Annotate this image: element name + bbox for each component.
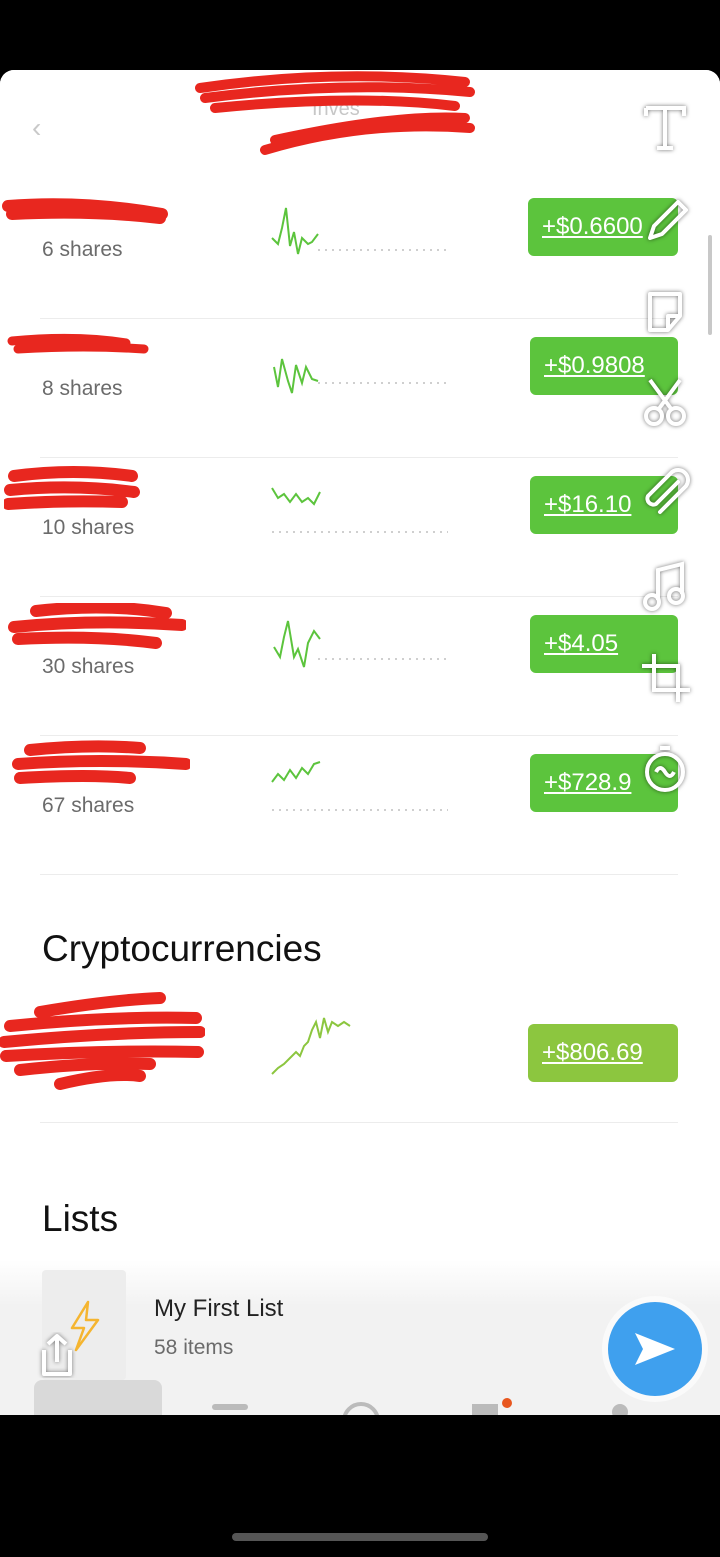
sparkline [273, 620, 448, 668]
crypto-row[interactable]: +$806.69 [0, 984, 720, 1123]
redaction-scribble [0, 992, 205, 1090]
app-screen: ‹ Inves 6 shares +$0.6600 8 shares +$0.9… [0, 70, 720, 1415]
home-indicator[interactable] [232, 1533, 488, 1541]
divider [40, 1122, 678, 1123]
sparkline [271, 207, 448, 255]
sparkline [271, 1017, 351, 1075]
paperclip-icon[interactable] [630, 468, 700, 527]
sparkline [271, 761, 448, 811]
crypto-gain-button[interactable]: +$806.69 [528, 1024, 678, 1082]
share-count: 67 shares [42, 794, 135, 817]
stock-row[interactable]: 6 shares +$0.6600 [0, 180, 720, 319]
crypto-section-title: Cryptocurrencies [42, 928, 322, 969]
timer-icon[interactable] [630, 742, 700, 801]
share-count: 10 shares [42, 516, 135, 539]
sticker-icon[interactable] [630, 286, 700, 345]
share-count: 6 shares [42, 238, 123, 261]
sparkline [271, 487, 448, 533]
chevron-left-icon[interactable]: ‹ [32, 112, 41, 144]
tab-search[interactable] [342, 1402, 380, 1415]
share-count: 30 shares [42, 655, 135, 678]
redaction-scribble [12, 740, 190, 784]
redaction-scribble [2, 198, 168, 224]
header: ‹ Inves [0, 70, 720, 180]
stock-row[interactable]: 10 shares +$16.10 [0, 458, 720, 597]
divider [40, 874, 678, 875]
tab-home[interactable] [34, 1380, 162, 1415]
send-icon [635, 1333, 675, 1365]
share-count: 8 shares [42, 377, 123, 400]
stock-row[interactable]: 67 shares +$728.9 [0, 736, 720, 875]
redaction-scribble [7, 333, 149, 354]
tab-account[interactable] [612, 1404, 628, 1415]
stock-row[interactable]: 30 shares +$4.05 [0, 597, 720, 736]
sparkline [273, 358, 448, 394]
tab-notifications[interactable] [472, 1404, 498, 1415]
stock-row[interactable]: 8 shares +$0.9808 [0, 319, 720, 458]
share-icon[interactable] [36, 1332, 78, 1383]
crop-icon[interactable] [630, 652, 700, 711]
redaction-scribble [195, 71, 475, 155]
music-icon[interactable] [630, 560, 700, 619]
redaction-scribble [8, 603, 186, 649]
pencil-icon[interactable] [630, 194, 700, 253]
send-button[interactable] [608, 1302, 702, 1396]
bottom-tab-bar [0, 1380, 720, 1415]
list-count: 58 items [154, 1336, 234, 1359]
tab-news[interactable] [212, 1404, 248, 1410]
list-name: My First List [154, 1295, 284, 1322]
redaction-scribble [4, 466, 140, 510]
scissors-icon[interactable] [630, 376, 700, 435]
lists-section-title: Lists [42, 1198, 119, 1239]
text-icon[interactable] [630, 100, 700, 159]
scrollbar[interactable] [708, 235, 712, 335]
notification-dot [502, 1398, 512, 1408]
